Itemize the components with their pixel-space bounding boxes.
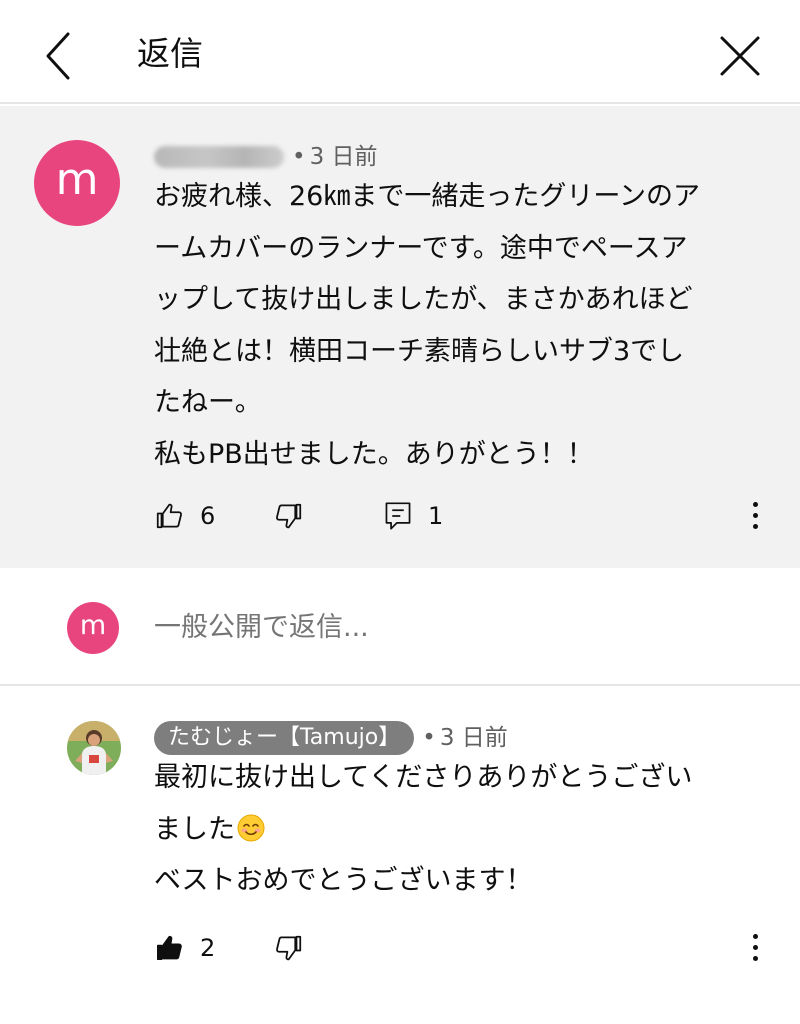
comment-line: ました: [154, 804, 692, 856]
comment-line: 最初に抜け出してくださりありがとうござい: [154, 762, 693, 793]
reply-count: 1: [428, 502, 444, 530]
comment-line: お疲れ様、26㎞まで一緒走ったグリーンのア: [154, 181, 701, 212]
dislike-button[interactable]: [274, 928, 304, 968]
like-count: 2: [200, 934, 216, 962]
like-button[interactable]: 6: [154, 496, 215, 536]
comment-line: ップして抜け出しましたが、まさかあれほど: [154, 284, 693, 315]
more-options-button[interactable]: [748, 496, 764, 536]
dislike-button[interactable]: [274, 496, 304, 536]
meta-separator: •: [422, 725, 436, 751]
comment-icon: [385, 502, 411, 530]
comment-text: お疲れ様、26㎞まで一緒走ったグリーンのア ームカバーのランナーです。途中でペー…: [154, 171, 700, 480]
comment-actions: 2: [154, 928, 784, 968]
thumbs-down-icon: [276, 503, 302, 529]
comment-line: ベストおめでとうございます！: [154, 865, 533, 896]
comment-line: 壮絶とは！横田コーチ素晴らしいサブ3でし: [154, 335, 685, 367]
meta-separator: •: [292, 144, 306, 170]
comment-timestamp: 3 日前: [309, 144, 378, 170]
comment-line: ームカバーのランナーです。途中でペースア: [154, 232, 688, 264]
close-button[interactable]: [712, 28, 768, 84]
header: 返信: [0, 0, 800, 104]
like-count: 6: [200, 502, 216, 530]
comment-meta: たむじょー【Tamujo】 • 3 日前: [154, 721, 508, 755]
author-avatar[interactable]: [67, 721, 121, 775]
comment-actions: 6 1: [154, 496, 784, 536]
smiling-face-emoji: [237, 814, 265, 841]
comment-meta: • 3 日前: [154, 140, 378, 174]
thumbs-down-icon: [276, 935, 302, 961]
avatar: m: [67, 602, 119, 654]
reply-composer: m: [0, 568, 800, 686]
like-button[interactable]: 2: [154, 928, 215, 968]
close-icon: [720, 36, 760, 76]
blurred-author-name[interactable]: [154, 146, 284, 168]
author-name-badge[interactable]: たむじょー【Tamujo】: [154, 721, 415, 755]
comment-line: 私もPB出せました。ありがとう！！: [154, 438, 594, 470]
reply-input[interactable]: [154, 606, 714, 650]
avatar[interactable]: m: [34, 140, 120, 226]
more-options-button[interactable]: [748, 928, 764, 968]
comment-timestamp: 3 日前: [439, 725, 508, 751]
thumbs-up-icon: [156, 503, 182, 529]
parent-comment: m • 3 日前 お疲れ様、26㎞まで一緒走ったグリーンのア ームカバーのランナ…: [0, 106, 800, 568]
page-title: 返信: [137, 34, 203, 73]
back-button[interactable]: [36, 28, 84, 84]
comment-line: たねー。: [154, 387, 262, 418]
thumbs-up-filled-icon: [157, 935, 182, 960]
comment-text: 最初に抜け出してくださりありがとうござい ました ベストおめでとうございます！: [154, 752, 692, 907]
runner-photo-icon: [67, 721, 121, 775]
reply-comment: たむじょー【Tamujo】 • 3 日前 最初に抜け出してくださりありがとうござ…: [0, 688, 800, 1024]
reply-button[interactable]: 1: [384, 496, 443, 536]
chevron-left-icon: [46, 32, 70, 80]
